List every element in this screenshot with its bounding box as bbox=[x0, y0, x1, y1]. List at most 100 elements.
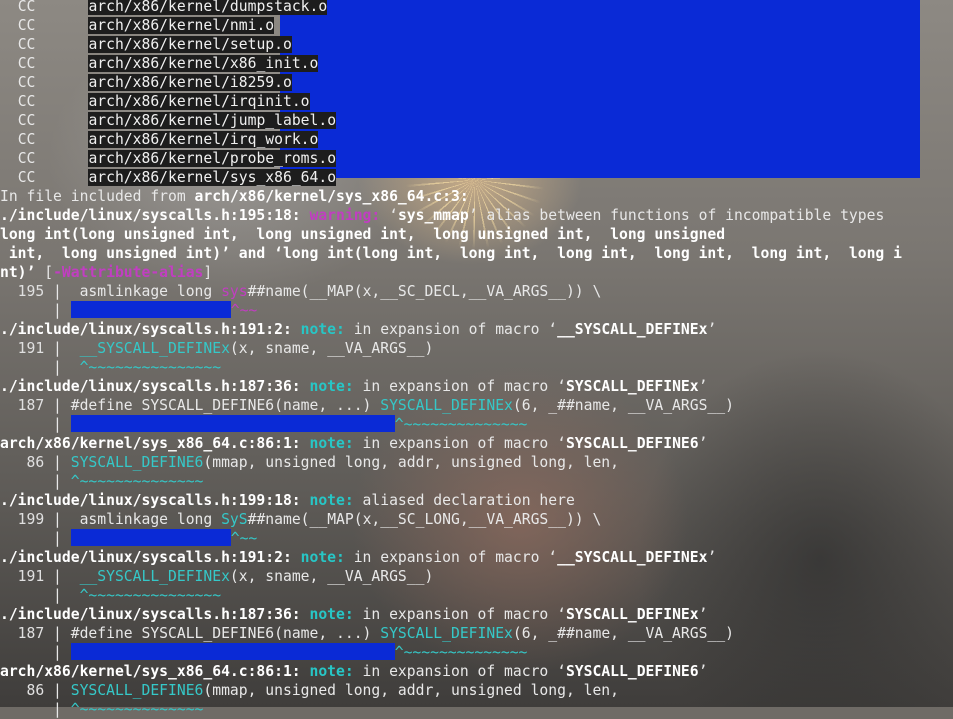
gutter: | bbox=[0, 701, 71, 718]
caret-marker: ^~~ bbox=[230, 530, 258, 547]
redaction-bar bbox=[70, 301, 231, 318]
note-label: note: bbox=[309, 663, 354, 680]
redaction-bar bbox=[70, 529, 231, 546]
code-highlight: SYSCALL_DEFINE6 bbox=[70, 454, 204, 471]
warning-type-2-end: nt)’ bbox=[0, 264, 36, 281]
note-macro: SYSCALL_DEFINE6 bbox=[565, 435, 699, 452]
code-highlight: SyS bbox=[221, 511, 248, 528]
terminal-output[interactable]: CC arch/x86/kernel/dumpstack.o CC arch/x… bbox=[0, 0, 953, 719]
included-prefix: In file included from bbox=[0, 188, 195, 205]
note-text: ’ bbox=[707, 549, 717, 566]
line-number: 191 bbox=[0, 568, 45, 585]
build-file: arch/x86/kernel/irqinit.o bbox=[88, 93, 310, 110]
note-text: aliased declaration here bbox=[353, 492, 575, 509]
caret-marker: ^~~~~~~~~~~~~~~~ bbox=[79, 587, 222, 604]
gutter: | bbox=[0, 359, 80, 376]
caret-line: | ^~~~~~~~~~~~~~~~ bbox=[0, 358, 953, 377]
warning-symbol: sys_mmap bbox=[397, 207, 469, 224]
gutter: | bbox=[44, 682, 71, 699]
build-file: arch/x86/kernel/sys_x86_64.o bbox=[88, 169, 337, 186]
line-number: 191 bbox=[0, 340, 45, 357]
build-line: CC arch/x86/kernel/x86_init.o bbox=[0, 54, 953, 73]
code-line: 195 | asmlinkage long sys##name(__MAP(x,… bbox=[0, 282, 953, 301]
caret-marker: ^~~~~~~~~~~~~~~ bbox=[394, 644, 528, 661]
build-file: arch/x86/kernel/probe_roms.o bbox=[88, 150, 337, 167]
warning-type-2: long int(long int, long int, long int, l… bbox=[282, 245, 902, 262]
note-line: arch/x86/kernel/sys_x86_64.c:86:1: note:… bbox=[0, 434, 953, 453]
note-text: in expansion of macro ‘ bbox=[353, 606, 566, 623]
code-highlight: sys bbox=[221, 283, 248, 300]
build-file: arch/x86/kernel/nmi.o bbox=[88, 17, 275, 34]
gutter: | bbox=[0, 587, 80, 604]
note-label: note: bbox=[309, 492, 354, 509]
redaction-bar bbox=[70, 415, 395, 432]
code-text: (mmap, unsigned long, addr, unsigned lon… bbox=[203, 682, 619, 699]
line-number: 86 bbox=[0, 454, 45, 471]
note-text: ’ bbox=[698, 606, 708, 623]
note-label: note: bbox=[309, 435, 354, 452]
build-file: arch/x86/kernel/jump_label.o bbox=[88, 112, 337, 129]
gutter: | bbox=[0, 644, 71, 661]
note-line: ./include/linux/syscalls.h:187:36: note:… bbox=[0, 605, 953, 624]
note-line: ./include/linux/syscalls.h:187:36: note:… bbox=[0, 377, 953, 396]
code-line: 86 | SYSCALL_DEFINE6(mmap, unsigned long… bbox=[0, 681, 953, 700]
gutter: | bbox=[44, 454, 71, 471]
caret-marker: ^~~~~~~~~~~~~~~ bbox=[394, 416, 528, 433]
note-macro: SYSCALL_DEFINEx bbox=[565, 606, 699, 623]
build-line: CC arch/x86/kernel/setup.o bbox=[0, 35, 953, 54]
gutter: | bbox=[44, 625, 71, 642]
code-text: #define SYSCALL_DEFINE6(name, ...) bbox=[70, 625, 381, 642]
caret-marker: ^~~~~~~~~~~~~~~ bbox=[70, 701, 204, 718]
build-file: arch/x86/kernel/setup.o bbox=[88, 36, 292, 53]
note-location: ./include/linux/syscalls.h:187:36: bbox=[0, 606, 301, 623]
code-text: (6, _##name, __VA_ARGS__) bbox=[512, 625, 734, 642]
note-label: note: bbox=[300, 321, 345, 338]
note-text: in expansion of macro ‘ bbox=[353, 435, 566, 452]
warning-line: ./include/linux/syscalls.h:195:18: warni… bbox=[0, 206, 953, 225]
note-label: note: bbox=[309, 606, 354, 623]
line-number: 195 bbox=[0, 283, 45, 300]
note-line: arch/x86/kernel/sys_x86_64.c:86:1: note:… bbox=[0, 662, 953, 681]
code-text: #define SYSCALL_DEFINE6(name, ...) bbox=[70, 397, 381, 414]
code-highlight: __SYSCALL_DEFINEx bbox=[79, 340, 230, 357]
note-label: note: bbox=[309, 378, 354, 395]
flag-bracket: [ bbox=[35, 264, 54, 281]
build-line: CC arch/x86/kernel/irqinit.o bbox=[0, 92, 953, 111]
note-text: in expansion of macro ‘ bbox=[344, 321, 558, 338]
code-line: 187 | #define SYSCALL_DEFINE6(name, ...)… bbox=[0, 396, 953, 415]
build-tag: CC bbox=[17, 0, 36, 15]
note-text: in expansion of macro ‘ bbox=[353, 378, 566, 395]
note-text: ’ bbox=[698, 663, 708, 680]
code-text: (mmap, unsigned long, addr, unsigned lon… bbox=[203, 454, 619, 471]
note-text: ’ bbox=[698, 435, 708, 452]
gutter: | bbox=[0, 530, 71, 547]
code-text: asmlinkage long bbox=[79, 511, 222, 528]
warning-continuation: nt)’ [-Wattribute-alias] bbox=[0, 263, 953, 282]
build-line: CC arch/x86/kernel/jump_label.o bbox=[0, 111, 953, 130]
caret-marker: ^~~~~~~~~~~~~~~ bbox=[70, 473, 204, 490]
build-line: CC arch/x86/kernel/nmi.o bbox=[0, 16, 953, 35]
build-tag: CC bbox=[17, 36, 36, 53]
note-line: ./include/linux/syscalls.h:191:2: note: … bbox=[0, 548, 953, 567]
code-line: 199 | asmlinkage long SyS##name(__MAP(x,… bbox=[0, 510, 953, 529]
note-location: arch/x86/kernel/sys_x86_64.c:86:1: bbox=[0, 435, 301, 452]
build-line: CC arch/x86/kernel/sys_x86_64.o bbox=[0, 168, 953, 187]
code-line: 187 | #define SYSCALL_DEFINE6(name, ...)… bbox=[0, 624, 953, 643]
build-tag: CC bbox=[17, 74, 36, 91]
gutter: | bbox=[0, 473, 71, 490]
note-text: ’ bbox=[707, 321, 717, 338]
note-location: ./include/linux/syscalls.h:191:2: bbox=[0, 321, 292, 338]
warning-type-1-end: int, long unsigned int)’ and ‘ bbox=[0, 245, 283, 262]
gutter: | bbox=[44, 340, 80, 357]
note-macro: __SYSCALL_DEFINEx bbox=[557, 549, 708, 566]
note-location: ./include/linux/syscalls.h:187:36: bbox=[0, 378, 301, 395]
gutter: | bbox=[44, 568, 80, 585]
build-file: arch/x86/kernel/irq_work.o bbox=[88, 131, 319, 148]
build-tag: CC bbox=[17, 55, 36, 72]
gutter: | bbox=[44, 511, 80, 528]
flag-bracket: ] bbox=[203, 264, 213, 281]
note-text: in expansion of macro ‘ bbox=[344, 549, 558, 566]
warning-continuation: long int(long unsigned int, long unsigne… bbox=[0, 225, 953, 244]
build-line: CC arch/x86/kernel/i8259.o bbox=[0, 73, 953, 92]
warning-flag: -Wattribute-alias bbox=[53, 264, 204, 281]
